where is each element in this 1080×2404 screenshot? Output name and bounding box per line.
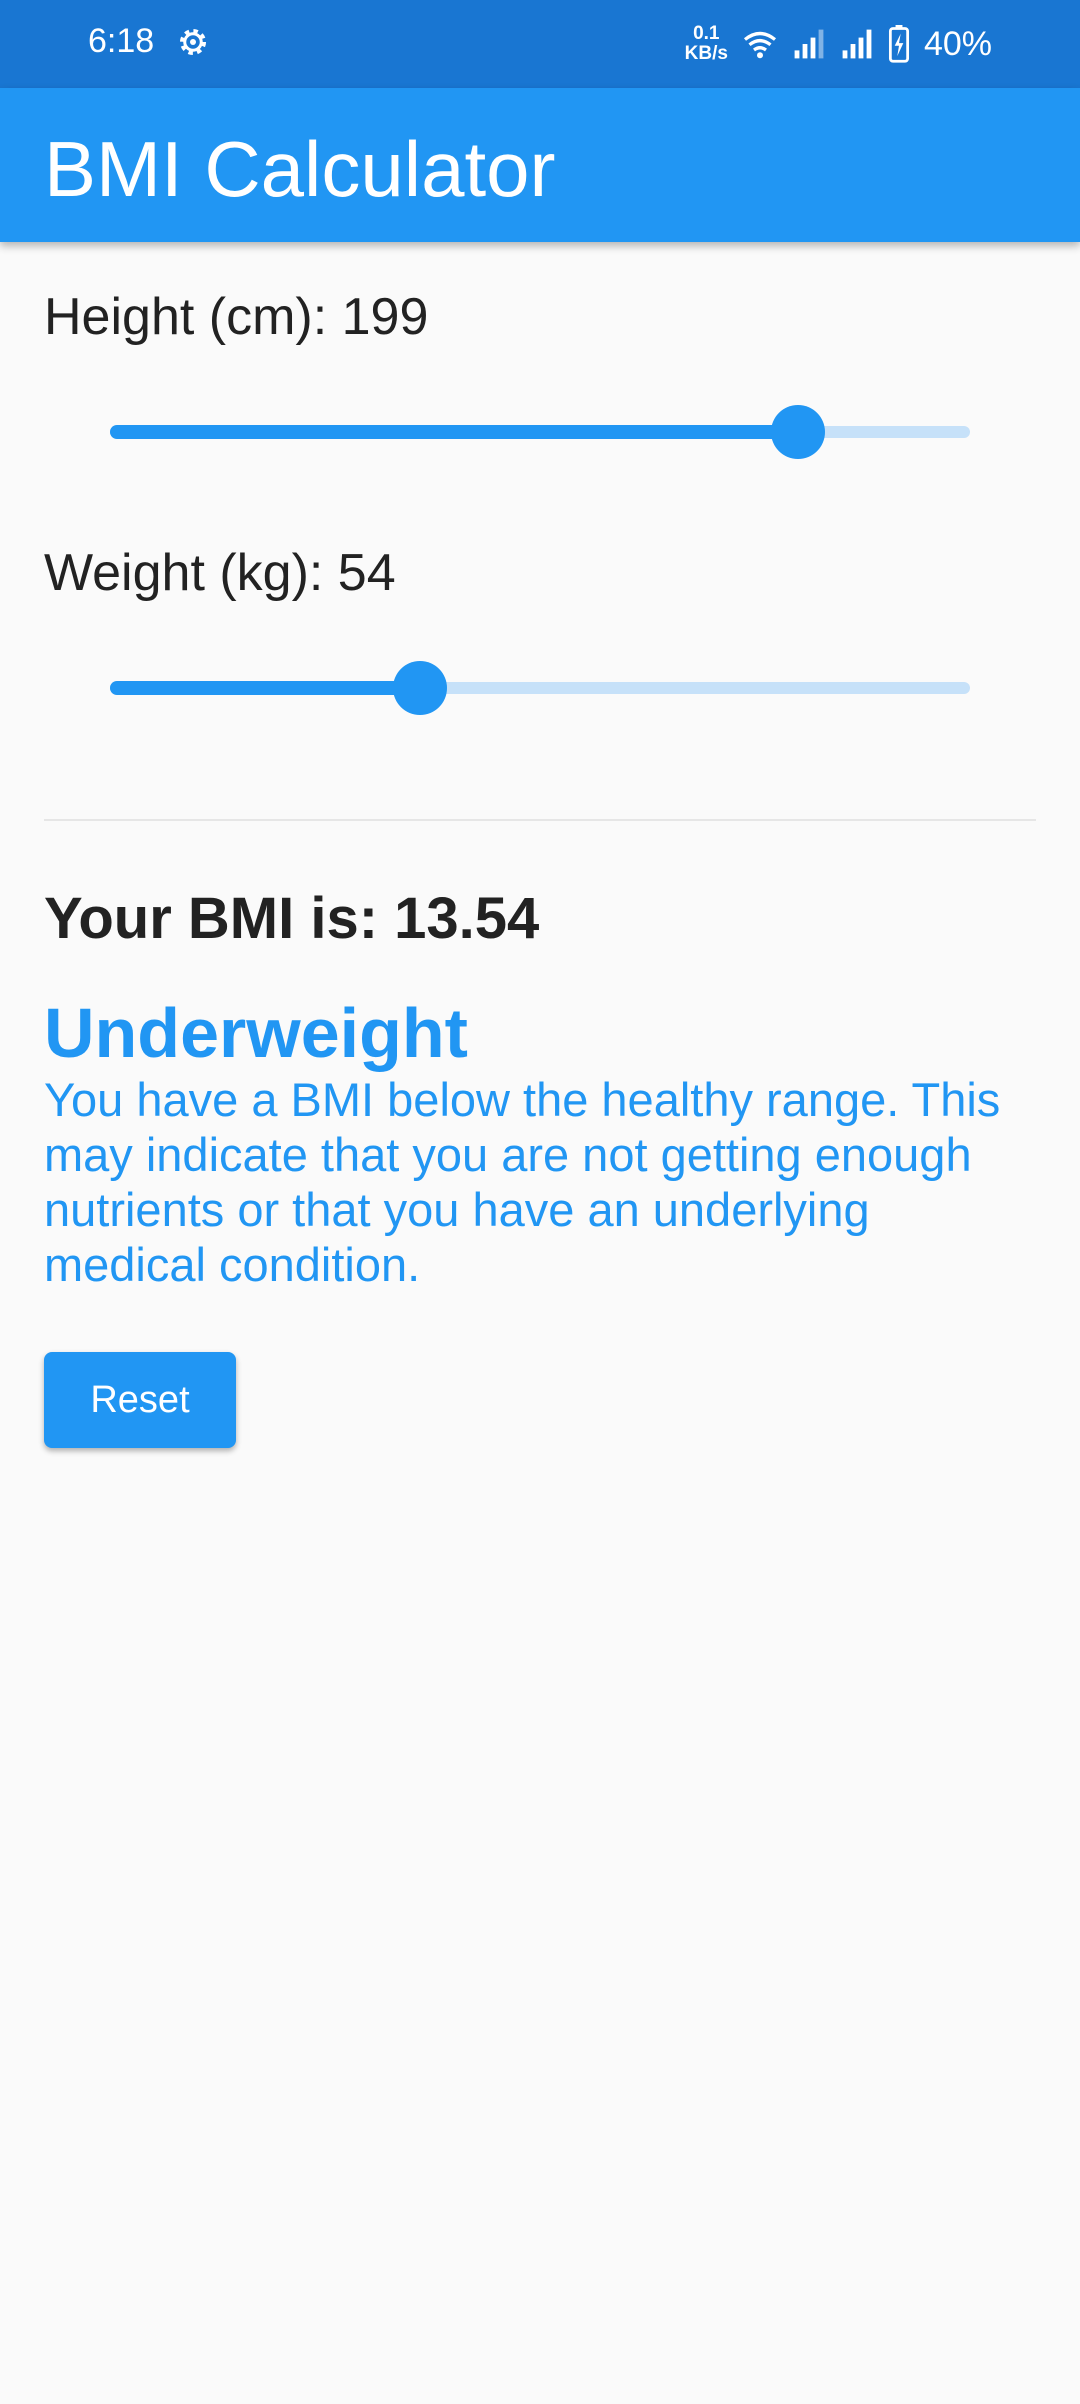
status-time: 6:18 bbox=[88, 22, 155, 60]
network-speed: 0.1 KB/s bbox=[684, 23, 728, 64]
height-slider-fill bbox=[110, 425, 798, 439]
height-slider-thumb[interactable] bbox=[771, 405, 825, 459]
signal-icon bbox=[842, 29, 872, 59]
app-bar: BMI Calculator bbox=[0, 88, 1080, 242]
reset-button[interactable]: Reset bbox=[44, 1352, 236, 1448]
settings-gear-icon bbox=[179, 28, 207, 56]
weight-slider-fill bbox=[110, 681, 420, 695]
battery-percentage: 40% bbox=[923, 24, 992, 63]
divider bbox=[44, 819, 1036, 821]
signal-icon bbox=[794, 29, 824, 59]
height-label: Height (cm): 199 bbox=[44, 288, 429, 346]
weight-slider[interactable] bbox=[110, 658, 970, 718]
wifi-icon bbox=[743, 31, 776, 59]
status-bar: 6:18 0.1 KB/s 40% bbox=[0, 0, 1080, 88]
app-title: BMI Calculator bbox=[44, 125, 556, 213]
bmi-category: Underweight bbox=[44, 994, 468, 1072]
height-slider[interactable] bbox=[110, 402, 970, 462]
weight-slider-thumb[interactable] bbox=[392, 661, 447, 715]
bmi-description: You have a BMI below the healthy range. … bbox=[44, 1073, 1001, 1291]
battery-charging-icon bbox=[888, 25, 909, 63]
bmi-result-text: Your BMI is: 13.54 bbox=[44, 886, 540, 951]
weight-label: Weight (kg): 54 bbox=[44, 544, 396, 602]
